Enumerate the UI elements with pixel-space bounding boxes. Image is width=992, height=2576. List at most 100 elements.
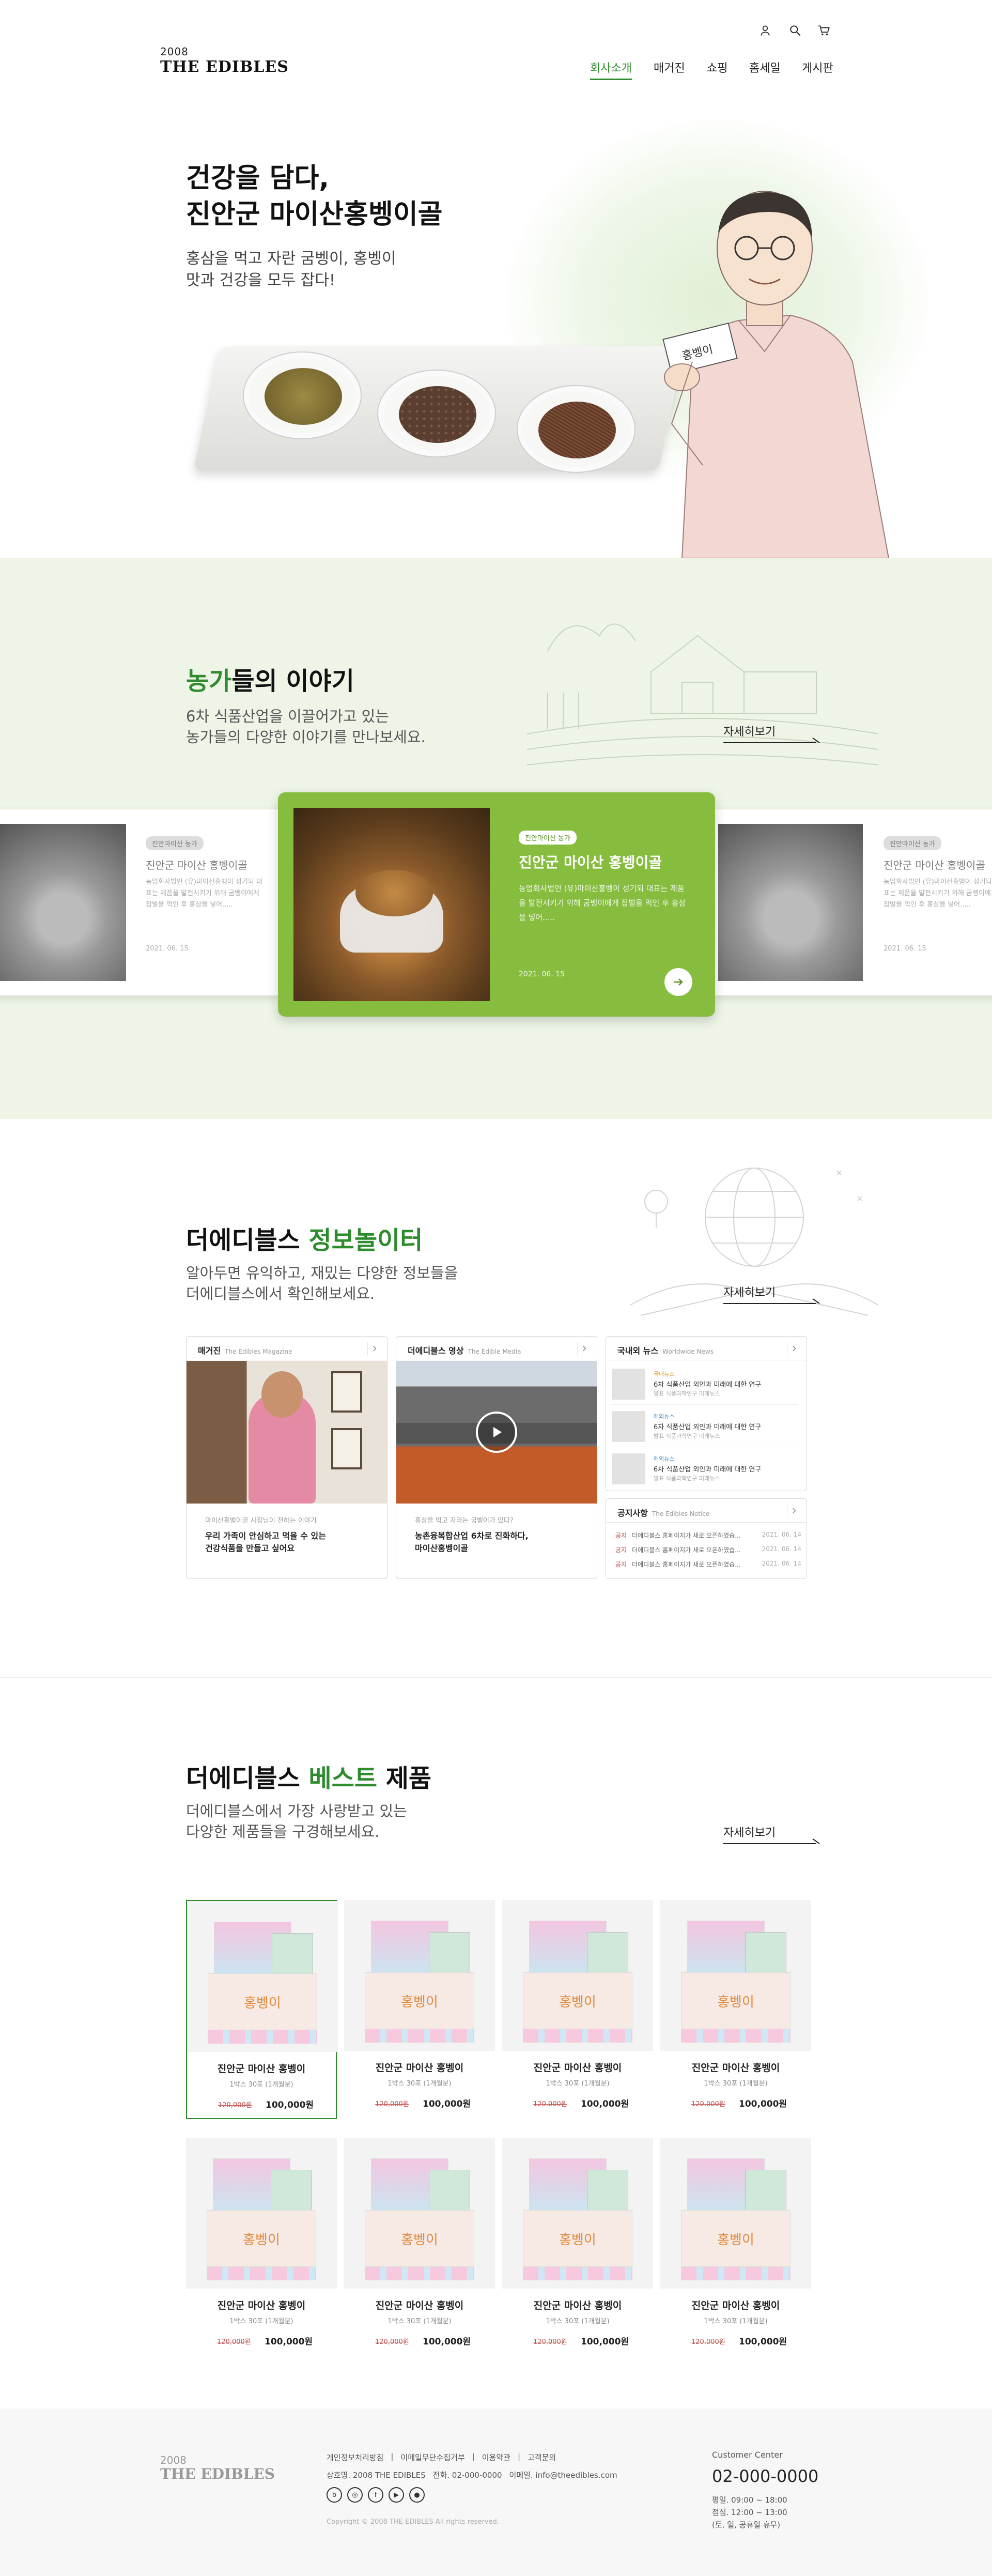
product-name[interactable]: 진안군 마이산 홍벵이 [186,2298,337,2312]
product-sachets [681,2267,791,2280]
notice-row[interactable]: 공지 더에디블스 홈페이지가 새로 오픈하였습... 2021. 06. 14 [615,1531,801,1545]
product-price: 100,000원 [581,2099,629,2109]
product-price: 100,000원 [266,2100,314,2110]
copyright: Copyright © 2008 THE EDIBLES All rights … [327,2518,499,2526]
user-icon[interactable] [758,24,772,37]
notice-row[interactable]: 공지 더에디블스 홈페이지가 새로 오픈하였습... 2021. 06. 14 [615,1545,801,1560]
arrow-right-icon [674,978,683,986]
company-name: 상호명. 2008 THE EDIBLES [327,2471,426,2480]
news-item[interactable]: 국내뉴스 6차 식품산업 외인과 미래에 대한 연구 발표 식품과학연구 미래뉴… [612,1363,798,1405]
search-icon[interactable] [788,24,802,37]
product-name[interactable]: 진안군 마이산 홍벵이 [187,2061,336,2075]
product-box-front: 홍벵이 [365,2210,474,2267]
nav-magazine[interactable]: 매거진 [654,59,685,75]
product-card[interactable]: 홍벵이 진안군 마이산 홍벵이 1박스 30포 (1개월분) 120,000원 100,… [502,1900,653,2119]
blog-icon[interactable]: b [327,2487,342,2503]
logo[interactable]: THE EDIBLES [160,58,289,76]
facebook-icon[interactable]: f [368,2487,383,2503]
product-card[interactable]: 홍벵이 진안군 마이산 홍벵이 1박스 30포 (1개월분) 120,000원 100,… [344,2138,495,2357]
chevron-right-icon[interactable] [367,1342,381,1355]
card-photo [293,808,490,1001]
product-box-side [271,2170,312,2216]
product-spec: 1박스 30포 (1개월분) [388,2318,452,2325]
product-box-side [587,1932,628,1979]
farmer-card-next[interactable]: 진안마이산 농가 진안군 마이산 홍벵이골 농업회사법인 (유)마이산홍벵이 성… [713,809,992,995]
link-privacy[interactable]: 개인정보처리방침 [327,2452,383,2463]
card-arrow-button[interactable] [664,968,692,996]
play-button[interactable] [476,1412,517,1453]
product-old-price: 120,000원 [533,2338,567,2346]
company-email: 이메일. info@theedibles.com [509,2471,617,2480]
cart-icon[interactable] [817,24,831,37]
chevron-right-icon[interactable] [577,1342,591,1355]
news-thumbnail [612,1453,645,1484]
cs-phone[interactable]: 02-000-0000 [712,2466,818,2486]
logo-year: 2008 [160,45,189,58]
info-more-link[interactable]: 자세히보기 [723,1283,816,1304]
product-image: 홍벵이 [502,1900,653,2051]
product-name[interactable]: 진안군 마이산 홍벵이 [502,2060,653,2074]
product-sachets [523,2267,632,2280]
bowl-powder [517,385,636,473]
card-title: 진안군 마이산 홍벵이골 [519,854,662,871]
product-card[interactable]: 홍벵이 진안군 마이산 홍벵이 1박스 30포 (1개월분) 120,000원 100,… [502,2138,653,2357]
link-no-email[interactable]: 이메일무단수집거부 [400,2452,464,2463]
product-card[interactable]: 홍벵이 진안군 마이산 홍벵이 1박스 30포 (1개월분) 120,000원 100,… [660,2138,811,2357]
product-box-front: 홍벵이 [523,2210,632,2267]
product-name[interactable]: 진안군 마이산 홍벵이 [660,2060,811,2074]
product-box-side [745,1932,786,1979]
product-card[interactable]: 홍벵이 진안군 마이산 홍벵이 1박스 30포 (1개월분) 120,000원 100,… [186,2138,337,2357]
news-meta: 발표 식품과학연구 미래뉴스 [654,1433,720,1439]
best-title-main: 더에디블스 [186,1764,309,1793]
product-price: 100,000원 [423,2099,471,2109]
news-title: 6차 식품산업 외인과 미래에 대한 연구 [654,1381,762,1389]
best-products-section: 더에디블스 베스트 제품 더에디블스에서 가장 사랑받고 있는 다양한 제품들을… [0,1677,992,2409]
product-old-price: 120,000원 [691,2338,725,2346]
product-box-front: 홍벵이 [523,1972,632,2029]
chevron-right-icon[interactable] [787,1504,800,1517]
video-thumbnail[interactable] [396,1361,597,1504]
youtube-icon[interactable]: ▶ [389,2487,404,2503]
farmer-card-active[interactable]: 진안마이산 농가 진안군 마이산 홍벵이골 농업회사법인 (유)마이산홍벵이 성… [278,792,715,1017]
nav-homesale[interactable]: 홈세일 [749,59,781,75]
best-more-link[interactable]: 자세히보기 [723,1823,816,1844]
notice-row[interactable]: 공지 더에디블스 홈페이지가 새로 오픈하였습... 2021. 06. 14 [615,1560,801,1574]
video-card[interactable]: 더에디블스 영상 The Edible Media 홍삼을 먹고 자라는 굼벵이가… [396,1336,597,1579]
instagram-icon[interactable]: ◎ [347,2487,363,2503]
footer-logo[interactable]: THE EDIBLES [160,2465,275,2482]
video-headline-1: 농촌융복합산업 6차로 진화하다, [415,1531,529,1541]
product-name[interactable]: 진안군 마이산 홍벵이 [344,2060,495,2074]
magazine-card[interactable]: 매거진 The Edibles Magazine 마이산홍벵이골 사장님이 전하는… [186,1336,388,1579]
kakao-icon[interactable]: ● [409,2487,425,2503]
news-card[interactable]: 국내외 뉴스 Worldwide News 국내뉴스 6차 식품산업 외인과 미래… [606,1336,807,1491]
product-name[interactable]: 진안군 마이산 홍벵이 [660,2298,811,2312]
notice-card[interactable]: 공지사항 The Edibles Notice 공지 더에디블스 홈페이지가 새로 … [606,1498,807,1579]
product-box-front: 홍벵이 [365,1972,474,2029]
product-spec: 1박스 30포 (1개월분) [229,2081,293,2089]
notice-date: 2021. 06. 14 [762,1531,801,1538]
farmer-card-prev[interactable]: 진안마이산 농가 진안군 마이산 홍벵이골 농업회사법인 (유)마이산홍벵이 성… [0,809,279,995]
cs-hours-closed: (토, 일, 공휴일 휴무) [712,2520,781,2529]
magazine-headline-1: 우리 가족이 안심하고 먹을 수 있는 [205,1531,326,1541]
link-contact[interactable]: 고객문의 [528,2452,556,2463]
nav-company[interactable]: 회사소개 [590,59,632,80]
link-terms[interactable]: 이용약관 [482,2452,510,2463]
card-body: 농업회사법인 (유)마이산홍벵이 성기되 대표는 제품을 발전시키기 위해 굼벵… [519,884,686,922]
product-old-price: 120,000원 [218,2102,252,2109]
product-box-side [429,1932,470,1979]
nav-shopping[interactable]: 쇼핑 [707,59,727,75]
product-card[interactable]: 홍벵이 진안군 마이산 홍벵이 1박스 30포 (1개월분) 120,000원 100,… [660,1900,811,2119]
product-card[interactable]: 홍벵이 진안군 마이산 홍벵이 1박스 30포 (1개월분) 120,000원 100,… [186,1900,338,2119]
chevron-right-icon[interactable] [787,1342,800,1355]
magazine-headline-2: 건강식품을 만들고 싶어요 [205,1543,295,1553]
footer-links: 개인정보처리방침 | 이메일무단수집거부 | 이용약관 | 고객문의 [327,2452,556,2463]
news-item[interactable]: 해외뉴스 6차 식품산업 외인과 미래에 대한 연구 발표 식품과학연구 미래뉴… [612,1448,798,1490]
news-item[interactable]: 해외뉴스 6차 식품산업 외인과 미래에 대한 연구 발표 식품과학연구 미래뉴… [612,1406,798,1447]
nav-board[interactable]: 게시판 [802,59,833,75]
product-old-price: 120,000원 [691,2100,725,2108]
product-card[interactable]: 홍벵이 진안군 마이산 홍벵이 1박스 30포 (1개월분) 120,000원 100,… [344,1900,495,2119]
card-date: 2021. 06. 15 [146,945,189,953]
product-name[interactable]: 진안군 마이산 홍벵이 [502,2298,653,2312]
farmer-more-link[interactable]: 자세히보기 [723,723,816,743]
product-name[interactable]: 진안군 마이산 홍벵이 [344,2298,495,2312]
